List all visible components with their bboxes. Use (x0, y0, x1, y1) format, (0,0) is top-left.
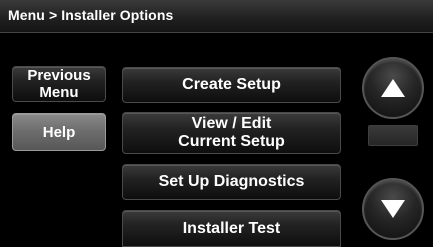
scroll-position-indicator (368, 125, 418, 146)
scroll-down-button[interactable] (362, 178, 424, 240)
scroll-up-button[interactable] (362, 57, 424, 119)
set-up-diagnostics-button[interactable]: Set Up Diagnostics (122, 164, 341, 200)
arrow-up-icon (381, 79, 405, 97)
breadcrumb-text: Menu > Installer Options (8, 7, 174, 23)
previous-menu-button[interactable]: Previous Menu (12, 66, 106, 102)
installer-test-button[interactable]: Installer Test (122, 210, 341, 247)
previous-menu-label: Previous Menu (27, 67, 91, 101)
create-setup-label: Create Setup (182, 76, 281, 93)
breadcrumb: Menu > Installer Options (0, 0, 433, 33)
arrow-down-icon (381, 200, 405, 218)
view-edit-current-setup-label: View / Edit Current Setup (178, 115, 285, 150)
thermostat-screen: Menu > Installer Options Previous Menu H… (0, 0, 433, 247)
set-up-diagnostics-label: Set Up Diagnostics (158, 173, 305, 190)
help-button[interactable]: Help (12, 113, 106, 151)
help-label: Help (42, 123, 76, 141)
create-setup-button[interactable]: Create Setup (122, 67, 341, 103)
view-edit-current-setup-button[interactable]: View / Edit Current Setup (122, 112, 341, 154)
installer-test-label: Installer Test (182, 219, 281, 237)
